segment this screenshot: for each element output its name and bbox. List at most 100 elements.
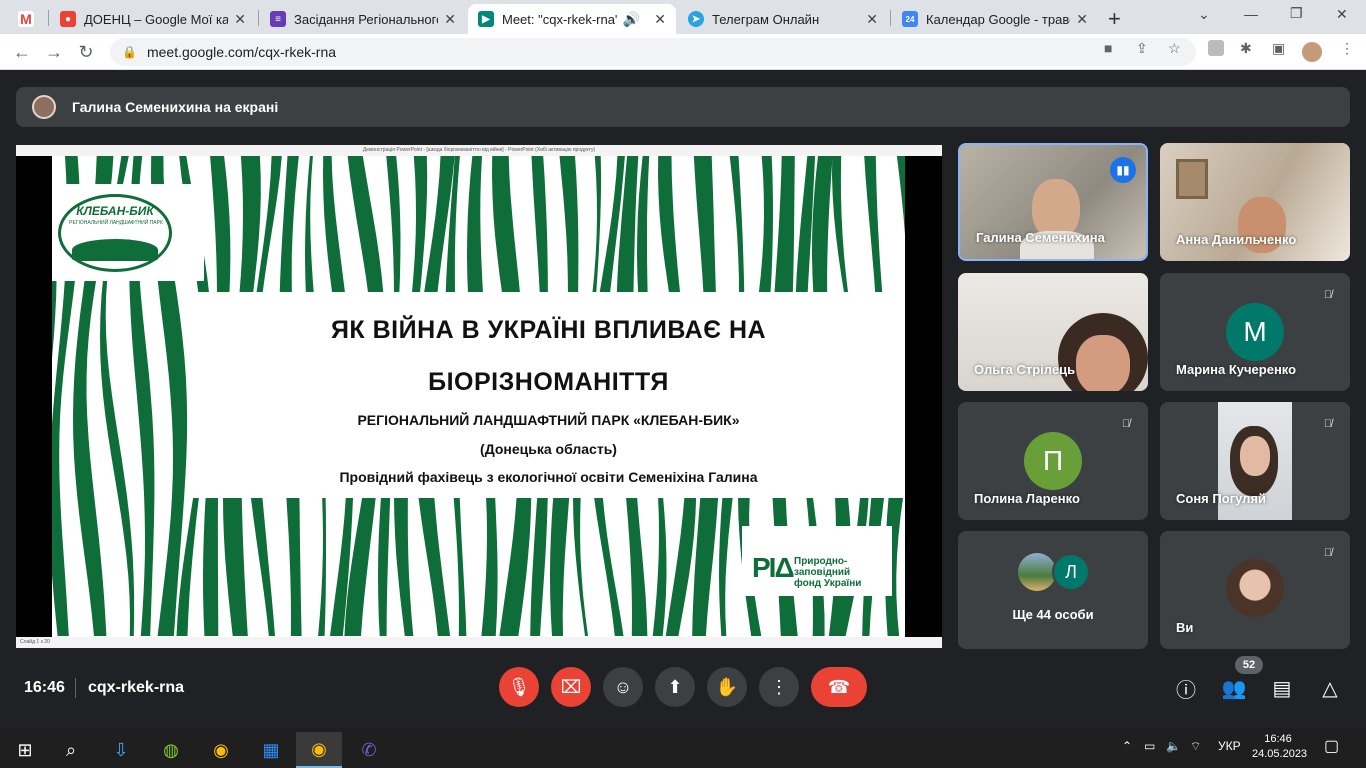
url-field[interactable]: 🔒 meet.google.com/cqx-rkek-rna bbox=[110, 38, 1196, 66]
mic-off-icon: 🎙̸ bbox=[1323, 289, 1333, 301]
minimize-button[interactable]: — bbox=[1244, 6, 1258, 22]
tab-gmail[interactable]: M bbox=[8, 4, 42, 34]
camera-toggle-button[interactable]: ⌧ bbox=[551, 667, 591, 707]
more-options-button[interactable]: ⋮ bbox=[759, 667, 799, 707]
leave-call-button[interactable]: ☎ bbox=[811, 667, 867, 707]
present-screen-icon: ⬆ bbox=[667, 676, 683, 697]
volume-icon[interactable]: 🔈 bbox=[1166, 739, 1181, 753]
window-close-button[interactable]: ✕ bbox=[1336, 6, 1348, 23]
close-icon[interactable]: ✕ bbox=[1076, 11, 1088, 28]
divider bbox=[75, 678, 76, 698]
participant-tile[interactable]: 🎙̸ М Марина Кучеренко bbox=[1160, 273, 1350, 391]
search-icon: ⌕ bbox=[65, 739, 77, 760]
participant-tile[interactable]: ▮▮ Галина Семенихина bbox=[958, 143, 1148, 261]
menu-icon[interactable]: ⋮ bbox=[1340, 40, 1354, 57]
search-button[interactable]: ⌕ bbox=[48, 732, 94, 768]
windows-icon: ⊞ bbox=[17, 739, 33, 760]
browser-tab-bar: M ● ДОЕНЦ – Google Мої карти ✕ ≡ Засідан… bbox=[0, 0, 1366, 34]
network-icon[interactable]: ⌔ bbox=[1190, 739, 1201, 754]
reactions-button[interactable]: ☺ bbox=[603, 667, 643, 707]
participant-tile[interactable]: 🎙̸ П Полина Ларенко bbox=[958, 402, 1148, 520]
mic-toggle-button[interactable]: 🎙 bbox=[499, 667, 539, 707]
battery-icon[interactable]: ▭ bbox=[1144, 739, 1155, 753]
self-tile[interactable]: 🎙̸ Ви bbox=[1160, 531, 1350, 649]
tab-calendar[interactable]: 24 Календар Google - травен ✕ bbox=[892, 4, 1098, 34]
close-icon[interactable]: ✕ bbox=[444, 11, 456, 28]
taskbar-viber[interactable]: ✆ bbox=[346, 732, 392, 768]
speaking-indicator-icon: ▮▮ bbox=[1110, 157, 1136, 183]
close-icon[interactable]: ✕ bbox=[654, 11, 666, 28]
slide-title-line1: ЯК ВІЙНА В УКРАЇНІ ВПЛИВАЄ НА bbox=[330, 316, 767, 344]
profile-avatar[interactable] bbox=[1302, 42, 1322, 62]
meet-icon: ▶ bbox=[478, 11, 494, 27]
notifications-icon[interactable]: ▢ bbox=[1324, 736, 1339, 756]
restore-button[interactable]: ❐ bbox=[1290, 5, 1303, 22]
tab-separator bbox=[48, 10, 49, 26]
back-button[interactable]: ← bbox=[10, 40, 34, 64]
tab-title: Засідання Регіонального с bbox=[294, 11, 439, 27]
taskbar-app[interactable]: ⇩ bbox=[98, 732, 144, 768]
participant-initial-avatar: Л bbox=[1052, 553, 1090, 591]
presenter-avatar bbox=[32, 95, 56, 119]
tab-separator bbox=[258, 10, 259, 26]
participant-tile[interactable]: Ольга Стрілець bbox=[958, 273, 1148, 391]
calendar-icon: 24 bbox=[902, 11, 918, 27]
participant-tile[interactable]: 🎙̸ Соня Погуляй bbox=[1160, 402, 1350, 520]
more-participants-tile[interactable]: Л Ще 44 особи bbox=[958, 531, 1148, 649]
hang-up-icon: ☎ bbox=[827, 676, 851, 697]
present-button[interactable]: ⬆ bbox=[655, 667, 695, 707]
slide-subtitle-park: РЕГІОНАЛЬНИЙ ЛАНДШАФТНИЙ ПАРК «КЛЕБАН-БИ… bbox=[357, 412, 740, 428]
activities-button[interactable]: △ bbox=[1317, 675, 1343, 701]
forward-button[interactable]: → bbox=[42, 40, 66, 64]
taskbar-app[interactable]: ◍ bbox=[148, 732, 194, 768]
participant-tile[interactable]: Анна Данильченко bbox=[1160, 143, 1350, 261]
chat-button[interactable]: ▤ bbox=[1269, 675, 1295, 701]
participant-initial-avatar: М bbox=[1226, 303, 1284, 361]
app-icon: ▦ bbox=[262, 739, 280, 760]
app-icon: ⇩ bbox=[113, 739, 129, 760]
camera-icon[interactable]: ■ bbox=[1104, 40, 1112, 56]
mic-off-icon: 🎙̸ bbox=[1323, 547, 1333, 559]
meeting-details-button[interactable]: ⓘ bbox=[1173, 675, 1199, 702]
participant-name: Соня Погуляй bbox=[1176, 491, 1266, 506]
taskbar-app[interactable]: ▦ bbox=[248, 732, 294, 768]
side-panel-icon[interactable]: ▣ bbox=[1272, 40, 1285, 57]
people-button[interactable]: 👥 bbox=[1221, 675, 1247, 701]
participant-face bbox=[1076, 335, 1130, 391]
close-icon[interactable]: ✕ bbox=[866, 11, 878, 28]
close-icon[interactable]: ✕ bbox=[234, 11, 246, 28]
taskbar-chrome[interactable]: ◉ bbox=[198, 732, 244, 768]
input-language[interactable]: УКР bbox=[1218, 739, 1241, 753]
slide: КЛЕБАН-БИК РЕГІОНАЛЬНИЙ ЛАНДШАФТНИЙ ПАРК… bbox=[52, 156, 905, 637]
raise-hand-button[interactable]: ✋ bbox=[707, 667, 747, 707]
puzzle-icon[interactable]: ✱ bbox=[1240, 40, 1252, 57]
taskbar-chrome-profile[interactable]: ◉ bbox=[296, 732, 342, 768]
system-clock[interactable]: 16:46 24.05.2023 bbox=[1252, 732, 1307, 762]
share-icon[interactable]: ⇪ bbox=[1136, 40, 1148, 57]
start-button[interactable]: ⊞ bbox=[2, 732, 48, 768]
maps-icon: ● bbox=[60, 11, 76, 27]
tab-search-icon[interactable]: ⌄ bbox=[1198, 6, 1210, 23]
tab-telegram[interactable]: ➤ Телеграм Онлайн ✕ bbox=[678, 4, 888, 34]
tab-meet[interactable]: ▶ Meet: "cqx-rkek-rna" 🔊 ✕ bbox=[468, 4, 676, 34]
url-text: meet.google.com/cqx-rkek-rna bbox=[146, 44, 337, 60]
tab-maps[interactable]: ● ДОЕНЦ – Google Мої карти ✕ bbox=[50, 4, 256, 34]
meeting-time: 16:46 bbox=[24, 679, 65, 696]
participant-name: Ви bbox=[1176, 620, 1194, 635]
kleban-byk-logo: КЛЕБАН-БИК РЕГІОНАЛЬНИЙ ЛАНДШАФТНИЙ ПАРК bbox=[52, 184, 204, 281]
tab-forms[interactable]: ≡ Засідання Регіонального с ✕ bbox=[260, 4, 466, 34]
slide-background: КЛЕБАН-БИК РЕГІОНАЛЬНИЙ ЛАНДШАФТНИЙ ПАРК… bbox=[16, 156, 942, 637]
pzf-line: фонд України bbox=[794, 578, 862, 589]
mic-off-icon: 🎙 bbox=[507, 676, 531, 697]
bookmark-star-icon[interactable]: ☆ bbox=[1168, 40, 1181, 57]
gmail-icon: M bbox=[18, 11, 34, 27]
extension-icon[interactable] bbox=[1208, 40, 1224, 56]
new-tab-button[interactable]: + bbox=[1108, 6, 1121, 32]
viber-icon: ✆ bbox=[361, 739, 377, 760]
participant-name: Марина Кучеренко bbox=[1176, 362, 1297, 377]
reload-button[interactable]: ↻ bbox=[74, 40, 98, 64]
participant-count-badge: 52 bbox=[1235, 656, 1263, 674]
show-hidden-icons[interactable]: ⌃ bbox=[1122, 739, 1132, 753]
camera-off-icon: ⌧ bbox=[560, 676, 582, 697]
tab-title: Календар Google - травен bbox=[926, 11, 1071, 27]
